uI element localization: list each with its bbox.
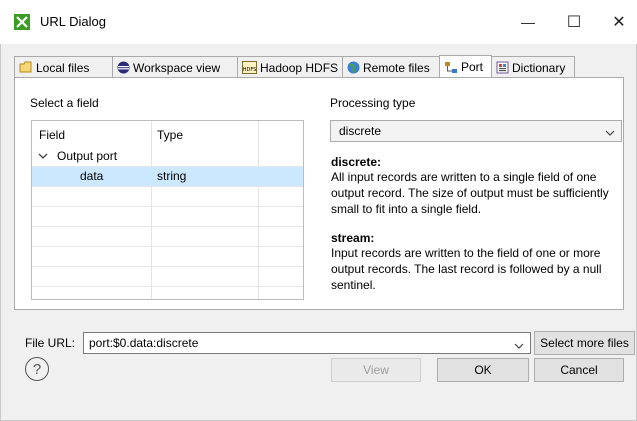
dialog-footer [0,384,637,421]
chevron-down-icon [605,126,615,140]
tab-hadoop-hdfs[interactable]: HDFS Hadoop HDFS [237,56,343,78]
maximize-icon: ☐ [566,14,582,31]
cancel-button[interactable]: Cancel [534,358,624,382]
tab-dictionary[interactable]: Dictionary [491,56,575,78]
field-type-cell: string [157,169,187,183]
hdfs-icon: HDFS [242,61,257,74]
tab-workspace-view[interactable]: Workspace view [112,56,238,78]
tab-label: Hadoop HDFS [260,60,339,75]
table-row[interactable]: data string [32,167,303,187]
help-icon[interactable]: ? [25,357,49,381]
dictionary-icon [496,61,509,74]
field-name-cell: data [80,169,104,183]
table-header: Field Type [32,121,303,142]
svg-text:HDFS: HDFS [243,67,257,73]
table-row-empty [32,247,303,267]
column-header-field: Field [39,128,66,142]
table-row-empty [32,227,303,247]
ok-button[interactable]: OK [437,358,529,382]
stream-description: stream: Input records are written to the… [331,231,621,293]
processing-type-select[interactable]: discrete [330,120,622,142]
eclipse-icon [117,61,130,74]
select-field-label: Select a field [30,96,99,110]
tab-label: Workspace view [133,60,221,75]
title-bar: URL Dialog — ☐ ✕ [0,0,637,44]
close-button[interactable]: ✕ [596,0,637,44]
column-header-type: Type [157,128,184,142]
description-title: discrete: [331,155,382,169]
globe-icon [347,61,360,74]
field-table[interactable]: Field Type Output port data string [31,120,304,300]
processing-type-label: Processing type [330,96,416,110]
table-row-empty [32,267,303,287]
processing-type-value: discrete [339,124,382,138]
file-url-input[interactable]: port:$0.data:discrete [83,332,531,354]
maximize-button[interactable]: ☐ [551,0,597,44]
discrete-description: discrete: All input records are written … [331,155,621,217]
select-more-files-button[interactable]: Select more files [534,331,635,355]
view-button[interactable]: View [331,358,421,382]
tab-label: Remote files [363,60,430,75]
tab-local-files[interactable]: Local files [14,56,113,78]
chevron-down-icon[interactable] [514,339,524,353]
file-url-value: port:$0.data:discrete [89,336,199,350]
close-icon: ✕ [612,14,626,31]
tab-port[interactable]: Port [439,55,492,78]
tab-label: Dictionary [512,60,566,75]
table-row-empty [32,207,303,227]
tab-remote-files[interactable]: Remote files [342,56,440,78]
tab-label: Local files [36,60,90,75]
file-url-label: File URL: [25,336,76,350]
app-icon [14,14,30,30]
tree-node-label: Output port [57,149,118,163]
tree-node-output-port[interactable]: Output port [32,146,303,167]
minimize-button[interactable]: — [505,0,551,44]
table-row-empty [32,187,303,207]
window-title: URL Dialog [40,14,106,29]
minimize-icon: — [521,14,535,30]
chevron-down-icon[interactable] [38,149,48,163]
tab-label: Port [461,60,484,74]
tab-bar: Local files Workspace view HDFS Hadoop H… [14,55,624,78]
description-text: All input records are written to a singl… [331,170,609,216]
description-title: stream: [331,231,375,245]
description-text: Input records are written to the field o… [331,246,602,292]
folder-icon [19,61,32,73]
port-icon [445,61,457,73]
